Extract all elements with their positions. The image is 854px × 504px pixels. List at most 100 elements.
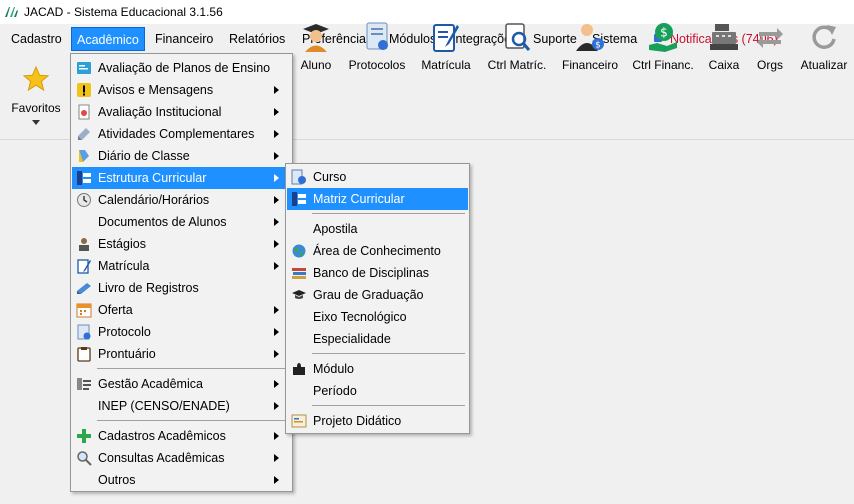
teaching-plan-icon (77, 62, 91, 74)
toolbar-caixa-label: Caixa (708, 58, 740, 72)
menu-item-atividades-complementares[interactable]: Atividades Complementares (72, 123, 291, 145)
menu-item-label: Livro de Registros (98, 281, 199, 295)
register-book-icon (77, 283, 91, 294)
enrollment-icon (77, 259, 91, 274)
submenu-arrow-icon (274, 328, 279, 336)
activities-icon (78, 128, 90, 140)
submenu-item-periodo[interactable]: Período (287, 380, 468, 402)
clock-icon (77, 193, 91, 207)
toolbar-ctrl-matric-button[interactable]: Ctrl Matríc. (484, 0, 550, 88)
menu-separator (97, 420, 288, 421)
submenu-arrow-icon (274, 152, 279, 160)
graduation-cap-icon (292, 290, 306, 299)
dropdown-arrow-icon (32, 120, 40, 125)
svg-text:$: $ (660, 26, 668, 40)
menu-item-estrutura-curricular[interactable]: Estrutura Curricular (72, 167, 291, 189)
menu-item-oferta[interactable]: Oferta (72, 299, 291, 321)
submenu-arrow-icon (274, 196, 279, 204)
menu-item-label: Estrutura Curricular (98, 171, 207, 185)
submenu-item-projeto-didatico[interactable]: Projeto Didático (287, 410, 468, 432)
submenu-item-banco-disciplinas[interactable]: Banco de Disciplinas (287, 262, 468, 284)
menu-item-inep[interactable]: INEP (CENSO/ENADE) (72, 395, 291, 417)
menu-item-cadastros-academicos[interactable]: Cadastros Acadêmicos (72, 425, 291, 447)
toolbar-aluno-label: Aluno (300, 58, 332, 72)
course-icon (291, 169, 306, 185)
puzzle-icon (293, 363, 305, 375)
submenu-item-label: Período (313, 384, 357, 398)
favorites-button[interactable]: Favoritos (8, 52, 64, 138)
menu-item-label: Outros (98, 473, 136, 487)
submenu-arrow-icon (274, 240, 279, 248)
menu-separator (312, 405, 465, 406)
submenu-item-label: Módulo (313, 362, 354, 376)
menu-item-documentos-alunos[interactable]: Documentos de Alunos (72, 211, 291, 233)
menu-item-gestao-academica[interactable]: Gestão Acadêmica (72, 373, 291, 395)
menu-relatorios[interactable]: Relatórios (224, 27, 290, 51)
cash-register-icon (710, 24, 738, 50)
student-icon (303, 24, 329, 52)
menu-cadastro[interactable]: Cadastro (6, 27, 67, 51)
menu-separator (312, 353, 465, 354)
menu-item-protocolo[interactable]: Protocolo (72, 321, 291, 343)
submenu-item-label: Banco de Disciplinas (313, 266, 430, 280)
menu-item-avaliacao-planos[interactable]: Avaliação de Planos de Ensino (72, 57, 291, 79)
submenu-item-eixo-tecnologico[interactable]: Eixo Tecnológico (287, 306, 468, 328)
toolbar-protocolos-button[interactable]: Protocolos (347, 0, 407, 88)
menu-item-calendario-horarios[interactable]: Calendário/Horários (72, 189, 291, 211)
toolbar-atualizar-button[interactable]: Atualizar (798, 0, 850, 88)
globe-icon (292, 244, 306, 258)
submenu-item-grau-graduacao[interactable]: Grau de Graduação (287, 284, 468, 306)
menu-item-matricula[interactable]: Matrícula (72, 255, 291, 277)
menu-item-prontuario[interactable]: Prontuário (72, 343, 291, 365)
academic-menu: Avaliação de Planos de Ensino Avisos e M… (70, 53, 293, 492)
submenu-item-label: Projeto Didático (313, 414, 402, 428)
evaluation-form-icon (78, 104, 90, 120)
toolbar-caixa-button[interactable]: Caixa (705, 0, 743, 88)
menu-item-livro-registros[interactable]: Livro de Registros (72, 277, 291, 299)
submenu-item-label: Matriz Curricular (313, 192, 405, 206)
protocol-icon (366, 22, 388, 50)
menu-item-consultas-academicas[interactable]: Consultas Acadêmicas (72, 447, 291, 469)
toolbar-matricula-button[interactable]: Matrícula (418, 0, 474, 88)
submenu-arrow-icon (274, 432, 279, 440)
calendar-icon (76, 303, 92, 318)
submenu-item-matriz-curricular[interactable]: Matriz Curricular (287, 188, 468, 210)
menu-item-avisos[interactable]: Avisos e Mensagens (72, 79, 291, 101)
submenu-item-label: Grau de Graduação (313, 288, 424, 302)
menu-item-label: Gestão Acadêmica (98, 377, 203, 391)
menu-item-avaliacao-institucional[interactable]: Avaliação Institucional (72, 101, 291, 123)
orgs-icon (757, 28, 783, 48)
submenu-item-label: Eixo Tecnológico (313, 310, 407, 324)
menu-item-label: Calendário/Horários (98, 193, 210, 207)
submenu-arrow-icon (274, 262, 279, 270)
toolbar-ctrl-financ-button[interactable]: $ Ctrl Financ. (630, 0, 696, 88)
curriculum-structure-icon (77, 171, 91, 185)
menu-item-label: Avisos e Mensagens (98, 83, 214, 97)
submenu-arrow-icon (274, 476, 279, 484)
menu-item-label: Diário de Classe (98, 149, 190, 163)
submenu-item-area-conhecimento[interactable]: Área de Conhecimento (287, 240, 468, 262)
submenu-item-apostila[interactable]: Apostila (287, 218, 468, 240)
star-icon (22, 65, 50, 92)
menu-academico[interactable]: Acadêmico (71, 27, 145, 51)
financial-control-icon: $ (649, 23, 677, 52)
menu-financeiro[interactable]: Financeiro (150, 27, 218, 51)
toolbar-financeiro-button[interactable]: $ Financeiro (559, 0, 621, 88)
submenu-arrow-icon (274, 306, 279, 314)
management-icon (77, 378, 91, 390)
toolbar-financeiro-label: Financeiro (561, 58, 619, 72)
menu-item-diario-classe[interactable]: Diário de Classe (72, 145, 291, 167)
submenu-item-curso[interactable]: Curso (287, 166, 468, 188)
menu-item-label: Consultas Acadêmicas (98, 451, 225, 465)
submenu-item-especialidade[interactable]: Especialidade (287, 328, 468, 350)
toolbar-orgs-button[interactable]: Orgs (752, 0, 788, 88)
enrollment-control-icon (505, 23, 531, 51)
submenu-item-modulo[interactable]: Módulo (287, 358, 468, 380)
menu-item-estagios[interactable]: Estágios (72, 233, 291, 255)
menu-item-label: Prontuário (98, 347, 156, 361)
menu-item-label: Avaliação Institucional (98, 105, 222, 119)
toolbar-aluno-button[interactable]: Aluno (296, 0, 336, 88)
menu-item-outros[interactable]: Outros (72, 469, 291, 491)
menu-item-label: Oferta (98, 303, 133, 317)
refresh-icon (812, 25, 836, 49)
